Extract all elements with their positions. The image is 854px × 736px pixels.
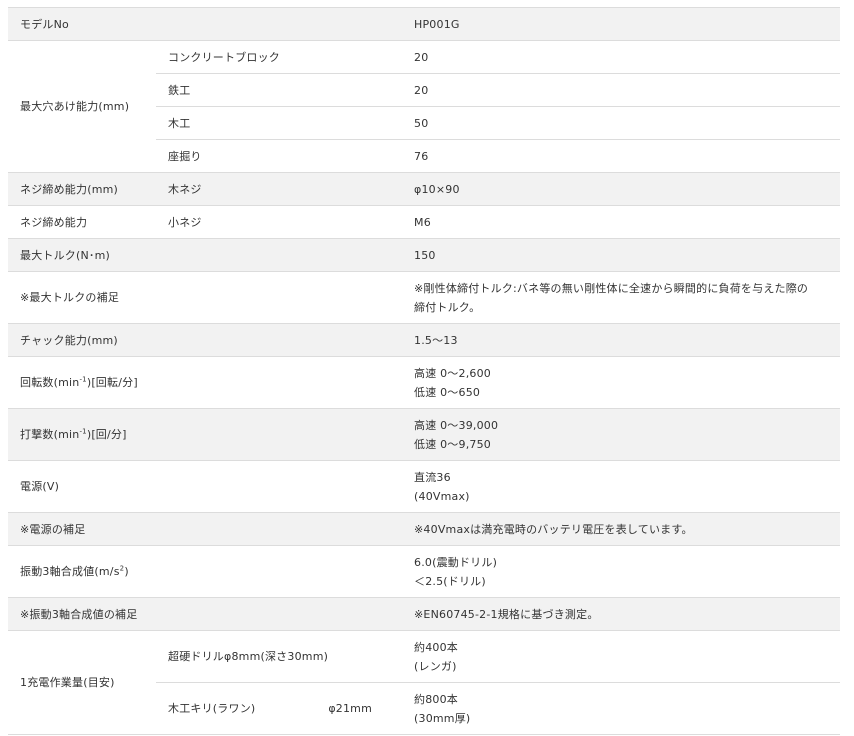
spec-row-drilling-concrete: 最大穴あけ能力(mm) コンクリートブロック 20 xyxy=(8,40,840,173)
row-sub-text: 木工キリ(ラワン) xyxy=(168,702,256,715)
value-line-2: (40Vmax) xyxy=(414,489,470,503)
row-value: 20 xyxy=(402,73,840,107)
spec-row-bpm: 打撃数(min-1)[回/分] 高速 0～39,000 低速 0～9,750 xyxy=(8,408,840,461)
row-label: 振動3軸合成値(m/s2) xyxy=(8,545,156,598)
row-sub xyxy=(156,271,402,324)
row-value: 1.5～13 xyxy=(402,323,840,357)
spec-row-screw-mm: ネジ締め能力(mm) 木ネジ φ10×90 xyxy=(8,172,840,206)
row-label: チャック能力(mm) xyxy=(8,323,156,357)
row-label: ネジ締め能力 xyxy=(8,205,156,239)
row-label: 打撃数(min-1)[回/分] xyxy=(8,408,156,461)
spec-row-vibration-note: ※振動3軸合成値の補足 ※EN60745-2-1規格に基づき測定。 xyxy=(8,597,840,631)
row-label: 最大穴あけ能力(mm) xyxy=(8,40,156,173)
spec-table: モデルNo HP001G 最大穴あけ能力(mm) コンクリートブロック 20 鉄… xyxy=(8,7,840,735)
row-value: 約400本 (レンガ) xyxy=(402,630,840,683)
row-value: ※剛性体締付トルク:バネ等の無い剛性体に全速から瞬間的に負荷を与えた際の 締付ト… xyxy=(402,271,840,324)
row-value: 20 xyxy=(402,40,840,74)
row-sub xyxy=(156,460,402,513)
row-sub xyxy=(156,323,402,357)
row-sub: 木工 xyxy=(156,106,402,140)
spec-row-model: モデルNo HP001G xyxy=(8,7,840,41)
value-line-2: (レンガ) xyxy=(414,659,457,673)
row-sub xyxy=(156,512,402,546)
spec-row-vibration: 振動3軸合成値(m/s2) 6.0(震動ドリル) ＜2.5(ドリル) xyxy=(8,545,840,598)
value-line-2: (30mm厚) xyxy=(414,711,471,725)
row-label: ※電源の補足 xyxy=(8,512,156,546)
row-label: 最大トルク(N･m) xyxy=(8,238,156,272)
row-sub xyxy=(156,356,402,409)
row-value: ※40Vmaxは満充電時のバッテリ電圧を表しています。 xyxy=(402,512,840,546)
value-line-2: 低速 0～650 xyxy=(414,385,481,399)
value-line-1: 高速 0～2,600 xyxy=(414,366,491,380)
row-value: M6 xyxy=(402,205,840,239)
row-sub: 木工キリ(ラワン) φ21mm xyxy=(156,682,402,735)
row-label: ※最大トルクの補足 xyxy=(8,271,156,324)
value-line-1: 6.0(震動ドリル) xyxy=(414,555,498,569)
row-label: モデルNo xyxy=(8,7,156,41)
row-sub: 超硬ドリルφ8mm(深さ30mm) xyxy=(156,630,402,683)
spec-row-screw: ネジ締め能力 小ネジ M6 xyxy=(8,205,840,239)
value-line-1: 直流36 xyxy=(414,470,451,484)
row-value: 約800本 (30mm厚) xyxy=(402,682,840,735)
row-sub xyxy=(156,408,402,461)
row-sub-extra: φ21mm xyxy=(328,702,372,715)
row-value: ※EN60745-2-1規格に基づき測定。 xyxy=(402,597,840,631)
value-line-1: 高速 0～39,000 xyxy=(414,418,499,432)
value-line-1: 約400本 xyxy=(414,640,458,654)
row-label: ネジ締め能力(mm) xyxy=(8,172,156,206)
spec-row-power-note: ※電源の補足 ※40Vmaxは満充電時のバッテリ電圧を表しています。 xyxy=(8,512,840,546)
value-line-2: ＜2.5(ドリル) xyxy=(414,574,486,588)
spec-row-torque: 最大トルク(N･m) 150 xyxy=(8,238,840,272)
value-line-1: 約800本 xyxy=(414,692,458,706)
row-sub xyxy=(156,545,402,598)
spec-row-rpm: 回転数(min-1)[回転/分] 高速 0～2,600 低速 0～650 xyxy=(8,356,840,409)
row-sub: コンクリートブロック xyxy=(156,40,402,74)
row-label: 電源(V) xyxy=(8,460,156,513)
row-sub: 小ネジ xyxy=(156,205,402,239)
row-sub: 木ネジ xyxy=(156,172,402,206)
row-value: 高速 0～39,000 低速 0～9,750 xyxy=(402,408,840,461)
row-sub: 座掘り xyxy=(156,139,402,173)
row-sub xyxy=(156,238,402,272)
row-value: 直流36 (40Vmax) xyxy=(402,460,840,513)
value-line-2: 低速 0～9,750 xyxy=(414,437,491,451)
row-label: 1充電作業量(目安) xyxy=(8,630,156,735)
spec-row-work-drill: 1充電作業量(目安) 超硬ドリルφ8mm(深さ30mm) 約400本 (レンガ) xyxy=(8,630,840,735)
row-value: HP001G xyxy=(402,7,840,41)
spec-row-chuck: チャック能力(mm) 1.5～13 xyxy=(8,323,840,357)
row-value: 6.0(震動ドリル) ＜2.5(ドリル) xyxy=(402,545,840,598)
row-value: 150 xyxy=(402,238,840,272)
spec-row-torque-note: ※最大トルクの補足 ※剛性体締付トルク:バネ等の無い剛性体に全速から瞬間的に負荷… xyxy=(8,271,840,324)
row-label: 回転数(min-1)[回転/分] xyxy=(8,356,156,409)
row-value: φ10×90 xyxy=(402,172,840,206)
value-line-1: ※剛性体締付トルク:バネ等の無い剛性体に全速から瞬間的に負荷を与えた際の xyxy=(414,281,809,295)
row-value: 76 xyxy=(402,139,840,173)
row-label: ※振動3軸合成値の補足 xyxy=(8,597,156,631)
row-sub xyxy=(156,597,402,631)
row-sub: 鉄工 xyxy=(156,73,402,107)
row-sub xyxy=(156,7,402,41)
spec-row-power: 電源(V) 直流36 (40Vmax) xyxy=(8,460,840,513)
row-value: 高速 0～2,600 低速 0～650 xyxy=(402,356,840,409)
value-line-2: 締付トルク。 xyxy=(414,300,481,314)
row-value: 50 xyxy=(402,106,840,140)
